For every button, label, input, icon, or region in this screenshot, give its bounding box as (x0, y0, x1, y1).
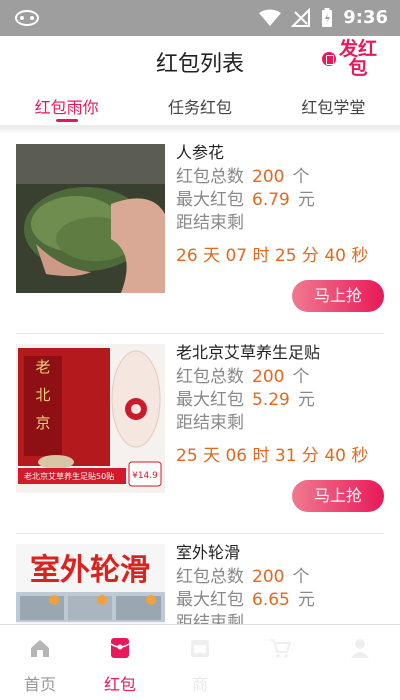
status-time: 9:36 (343, 7, 388, 28)
box-brand-char-1: 老 (35, 358, 50, 376)
remaining-label: 距结束剩 (176, 413, 244, 433)
item-info: 室外轮滑 红包总数 200 个 最大红包 6.65 元 距结束剩 (176, 540, 384, 624)
header: 红包列表 发红包 (0, 36, 400, 82)
no-signal-icon (291, 7, 311, 27)
countdown: 25 天 06 时 31 分 40 秒 (176, 446, 369, 466)
grab-button[interactable]: 马上抢 (292, 480, 384, 512)
max-label: 最大红包 (176, 590, 244, 610)
grab-button[interactable]: 马上抢 (292, 280, 384, 312)
tab-task-red-packet[interactable]: 任务红包 (133, 82, 266, 125)
red-packet-icon (322, 52, 336, 66)
nav-home[interactable]: 首页 (0, 625, 80, 700)
max-unit: 元 (297, 190, 315, 210)
item-name: 老北京艾草养生足贴 (176, 343, 321, 362)
box-brand-char-2: 北 (35, 386, 50, 404)
tab-red-packet-rain[interactable]: 红包雨你 (0, 82, 133, 125)
nav-red-packet[interactable]: 红包 (80, 625, 160, 700)
nav-red-packet-label: 红包 (103, 675, 136, 694)
red-packet-list[interactable]: 人参花 红包总数 200 个 最大红包 6.79 元 距结束剩 26 天 07 时 25… (0, 134, 400, 624)
bottom-nav-fade-overlay (185, 628, 400, 700)
max-value: 6.65 (252, 590, 290, 610)
product-banner: 老北京艾草养生足贴50贴 (24, 471, 114, 481)
total-unit: 个 (292, 167, 310, 187)
product-image: 老 北 京 老北京艾草养生足贴50贴 ¥14.9 (16, 344, 165, 493)
battery-icon (322, 7, 333, 27)
total-label: 红包总数 (176, 567, 244, 587)
red-packet-icon (110, 638, 130, 658)
total-value: 200 (252, 367, 285, 387)
max-label: 最大红包 (176, 390, 244, 410)
total-unit: 个 (292, 567, 310, 587)
max-value: 5.29 (252, 390, 290, 410)
max-value: 6.79 (252, 190, 290, 210)
total-label: 红包总数 (176, 167, 244, 187)
list-item[interactable]: 人参花 红包总数 200 个 最大红包 6.79 元 距结束剩 26 天 07 时 25… (16, 134, 384, 334)
tab-bar: 红包雨你 任务红包 红包学堂 (0, 82, 400, 126)
image-headline: 室外轮滑 (30, 553, 150, 588)
max-label: 最大红包 (176, 190, 244, 210)
status-bar: 9:36 (0, 0, 400, 36)
tab-red-packet-school[interactable]: 红包学堂 (267, 82, 400, 125)
total-unit: 个 (292, 367, 310, 387)
list-item[interactable]: 室外轮滑 室外轮滑 红包总数 200 个 最大红包 6.65 元 距结束剩 (16, 534, 384, 624)
notification-icon (15, 10, 39, 26)
total-value: 200 (252, 167, 285, 187)
wifi-icon (259, 9, 282, 26)
send-red-packet-button[interactable]: 发红包 (322, 40, 378, 78)
price-tag: ¥14.9 (132, 471, 158, 481)
item-info: 人参花 红包总数 200 个 最大红包 6.79 元 距结束剩 26 天 07 时 25… (176, 140, 384, 266)
item-info: 老北京艾草养生足贴 红包总数 200 个 最大红包 5.29 元 距结束剩 25 天 0… (176, 340, 384, 466)
send-red-packet-label: 发红包 (338, 38, 377, 79)
remaining-label: 距结束剩 (176, 213, 244, 233)
remaining-label: 距结束剩 (176, 613, 244, 624)
box-brand-char-3: 京 (35, 414, 50, 432)
list-item[interactable]: 老 北 京 老北京艾草养生足贴50贴 ¥14.9 老北京艾草养生足贴 红包总数 2… (16, 334, 384, 534)
total-label: 红包总数 (176, 367, 244, 387)
max-unit: 元 (297, 590, 315, 610)
product-image: 室外轮滑 (16, 544, 165, 624)
nav-home-label: 首页 (23, 675, 56, 694)
total-value: 200 (252, 567, 285, 587)
item-name: 人参花 (176, 143, 225, 162)
max-unit: 元 (297, 390, 315, 410)
item-name: 室外轮滑 (176, 543, 241, 562)
countdown: 26 天 07 时 25 分 40 秒 (176, 246, 369, 266)
divider (0, 126, 400, 134)
product-image (16, 144, 165, 293)
home-icon (31, 640, 49, 657)
